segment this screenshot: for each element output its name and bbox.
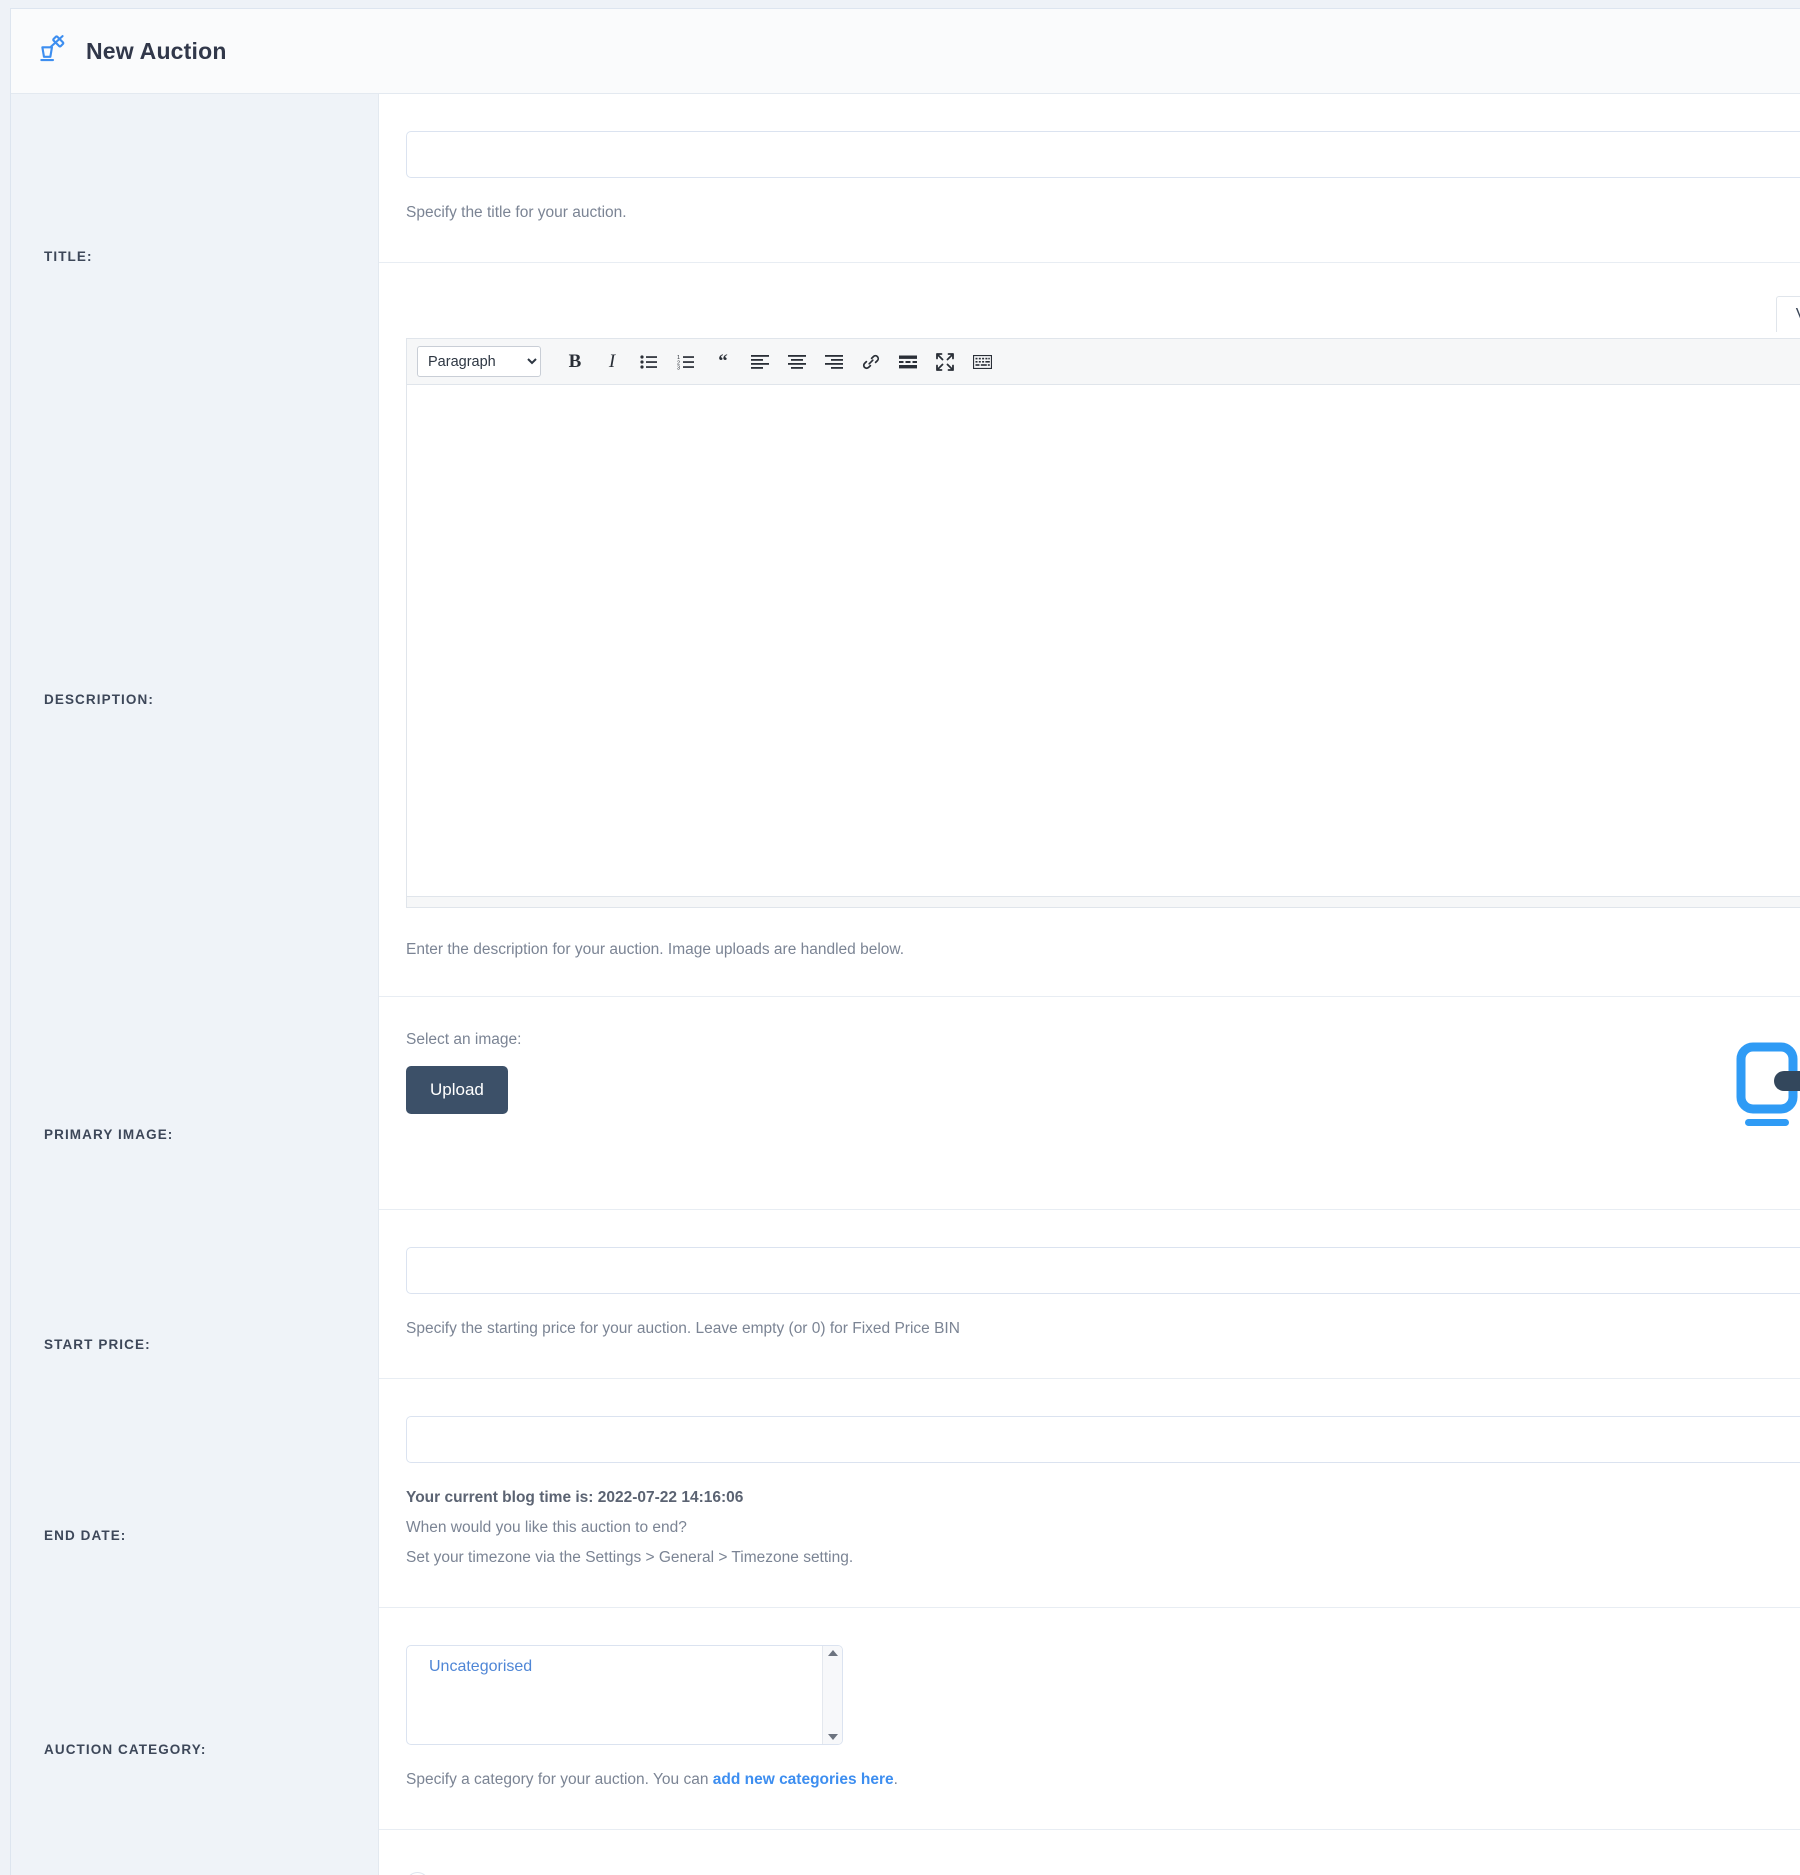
description-help-text: Enter the description for your auction. … [406, 938, 1800, 962]
editor-statusbar [406, 897, 1800, 908]
end-date-question-text: When would you like this auction to end? [406, 1516, 1800, 1540]
align-left-icon[interactable] [743, 345, 777, 379]
description-editor-canvas[interactable] [406, 385, 1800, 897]
bulleted-list-icon[interactable] [632, 345, 666, 379]
auction-form: TITLE: DESCRIPTION: PRIMARY IMAGE: START… [11, 94, 1800, 1875]
gavel-icon [36, 34, 70, 68]
field-row-start-price: Specify the starting price for your auct… [379, 1210, 1800, 1379]
align-right-icon[interactable] [817, 345, 851, 379]
editor-tabs: Visual [1776, 296, 1800, 332]
listbox-scrollbar[interactable] [822, 1646, 842, 1744]
italic-icon[interactable]: I [595, 345, 629, 379]
label-start-price: START PRICE: [44, 1337, 151, 1352]
form-label-column: TITLE: DESCRIPTION: PRIMARY IMAGE: START… [11, 94, 379, 1875]
toolbar-toggle-icon[interactable] [965, 345, 999, 379]
category-help-prefix: Specify a category for your auction. You… [406, 1771, 713, 1788]
page-title: New Auction [86, 38, 227, 65]
label-end-date: END DATE: [44, 1528, 126, 1543]
new-auction-card: New Auction TITLE: DESCRIPTION: PRIMARY … [10, 8, 1800, 1875]
field-row-description: Visual Paragraph B I [379, 263, 1800, 997]
add-new-categories-link[interactable]: add new categories here [713, 1771, 894, 1788]
format-select[interactable]: Paragraph [417, 346, 541, 377]
label-primary-image: PRIMARY IMAGE: [44, 1127, 173, 1142]
bold-icon[interactable]: B [558, 345, 592, 379]
field-row-title: Specify the title for your auction. [379, 94, 1800, 263]
description-editor: Visual Paragraph B I [406, 338, 1800, 908]
category-help-text: Specify a category for your auction. You… [406, 1768, 1800, 1792]
category-option-uncategorised[interactable]: Uncategorised [407, 1646, 842, 1676]
start-price-help-text: Specify the starting price for your auct… [406, 1317, 1800, 1341]
editor-toolbar: Paragraph B I 123 “ [406, 338, 1800, 385]
scroll-up-icon[interactable] [828, 1650, 838, 1656]
end-date-input[interactable] [406, 1416, 1800, 1463]
numbered-list-icon[interactable]: 123 [669, 345, 703, 379]
title-input[interactable] [406, 131, 1800, 178]
field-row-end-date: Your current blog time is: 2022-07-22 14… [379, 1379, 1800, 1608]
title-help-text: Specify the title for your auction. [406, 201, 1800, 225]
svg-text:3: 3 [677, 365, 680, 370]
label-title: TITLE: [44, 249, 93, 264]
upload-button[interactable]: Upload [406, 1066, 508, 1114]
scroll-down-icon[interactable] [828, 1734, 838, 1740]
field-row-auction-category: Uncategorised Specify a category for you… [379, 1608, 1800, 1830]
tab-visual[interactable]: Visual [1776, 296, 1800, 332]
category-help-suffix: . [894, 1771, 898, 1788]
auction-category-listbox[interactable]: Uncategorised [406, 1645, 843, 1745]
label-description: DESCRIPTION: [44, 692, 154, 707]
align-center-icon[interactable] [780, 345, 814, 379]
label-auction-category: AUCTION CATEGORY: [44, 1742, 206, 1757]
device-cursor-icon [1735, 1041, 1800, 1127]
fullscreen-icon[interactable] [928, 345, 962, 379]
auction-admin-page: New Auction TITLE: DESCRIPTION: PRIMARY … [0, 0, 1800, 1875]
blockquote-icon[interactable]: “ [706, 345, 740, 379]
field-row-payment-methods: PayPal Bank/Wire Transfer [379, 1830, 1800, 1875]
select-image-text: Select an image: [406, 1028, 1800, 1052]
insert-read-more-icon[interactable] [891, 345, 925, 379]
start-price-input[interactable] [406, 1247, 1800, 1294]
link-icon[interactable] [854, 345, 888, 379]
timezone-hint-text: Set your timezone via the Settings > Gen… [406, 1546, 1800, 1570]
form-field-column: Specify the title for your auction. Visu… [379, 94, 1800, 1875]
field-row-primary-image: Select an image: Upload [379, 997, 1800, 1210]
page-header: New Auction [11, 9, 1800, 94]
blog-time-text: Your current blog time is: 2022-07-22 14… [406, 1486, 1800, 1510]
